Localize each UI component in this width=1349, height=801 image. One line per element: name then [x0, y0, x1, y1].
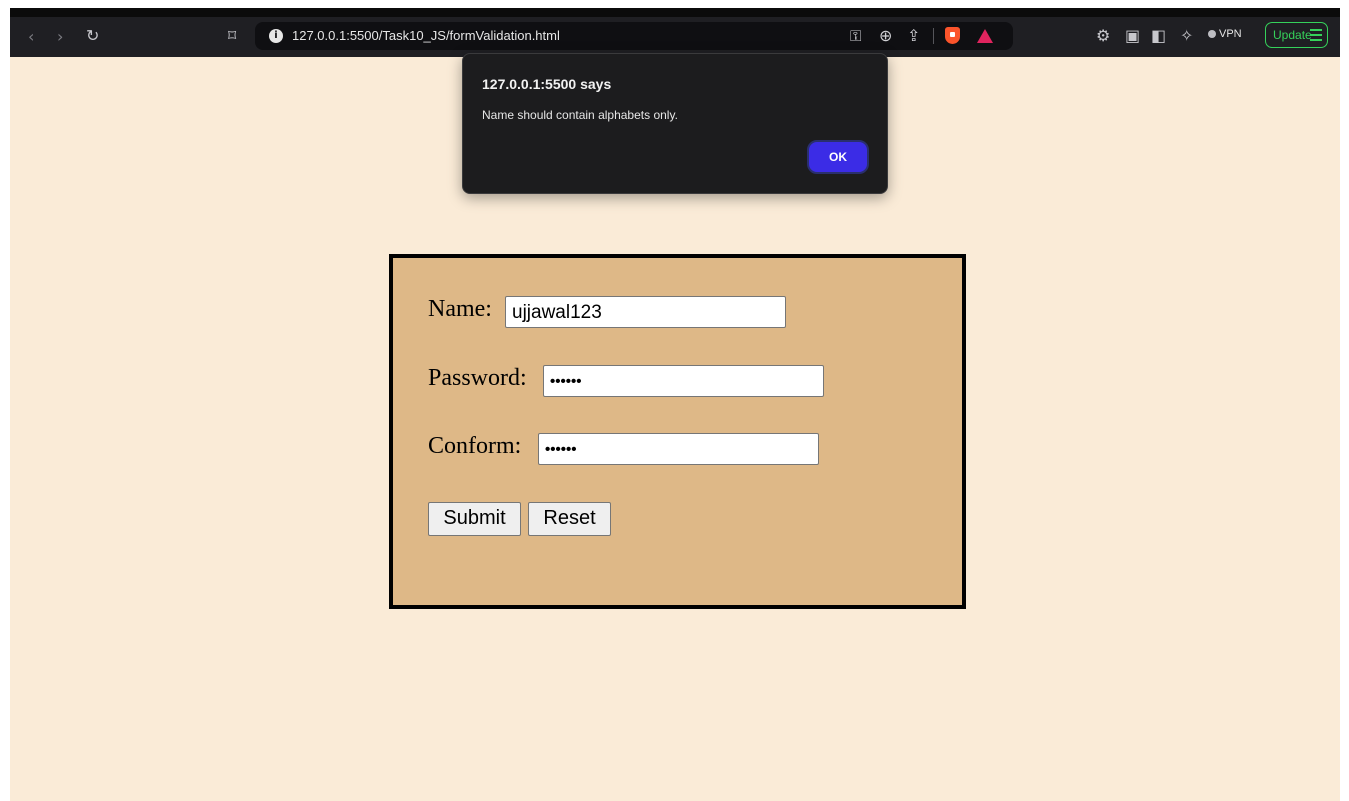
extensions-icon[interactable]: ⚙	[1096, 28, 1110, 44]
vpn-status-icon	[1208, 30, 1216, 39]
alert-dialog: 127.0.0.1:5500 says Name should contain …	[462, 53, 888, 194]
reload-icon[interactable]: ↻	[86, 28, 99, 44]
update-label: Update	[1273, 28, 1312, 42]
name-label: Name:	[428, 296, 492, 322]
brave-rewards-icon[interactable]	[977, 29, 993, 43]
url-text[interactable]: 127.0.0.1:5500/Task10_JS/formValidation.…	[292, 28, 560, 43]
address-bar[interactable]: i 127.0.0.1:5500/Task10_JS/formValidatio…	[255, 22, 1013, 50]
address-bar-divider	[933, 28, 934, 44]
forward-icon[interactable]: ›	[57, 29, 63, 45]
update-button[interactable]: Update	[1265, 22, 1328, 48]
vpn-label: VPN	[1219, 28, 1242, 40]
password-input[interactable]: ••••••	[543, 365, 824, 397]
validation-form: Name: ujjawal123 Password: •••••• Confor…	[389, 254, 966, 609]
ok-button[interactable]: OK	[807, 140, 869, 174]
reset-button[interactable]: Reset	[528, 502, 611, 536]
vpn-button[interactable]: VPN	[1208, 28, 1242, 40]
sidebar-icon[interactable]: ▣	[1125, 28, 1140, 44]
wallet-icon[interactable]: ◧	[1151, 28, 1166, 44]
leo-ai-icon[interactable]: ✧	[1180, 28, 1193, 44]
bookmark-icon[interactable]: ⌑	[228, 28, 236, 44]
key-icon[interactable]: ⚿	[850, 27, 861, 45]
confirm-label: Conform:	[428, 433, 522, 459]
dialog-title: 127.0.0.1:5500 says	[482, 76, 612, 92]
menu-icon	[1310, 29, 1322, 44]
back-icon[interactable]: ‹	[28, 29, 34, 45]
name-input[interactable]: ujjawal123	[505, 296, 786, 328]
confirm-input[interactable]: ••••••	[538, 433, 819, 465]
share-icon[interactable]: ⇪	[907, 26, 920, 45]
password-label: Password:	[428, 365, 527, 391]
zoom-icon[interactable]: ⊕	[879, 26, 892, 45]
brave-shields-icon[interactable]	[945, 27, 960, 44]
submit-button[interactable]: Submit	[428, 502, 521, 536]
dialog-message: Name should contain alphabets only.	[482, 108, 678, 122]
site-info-icon[interactable]: i	[269, 29, 283, 43]
browser-toolbar: ‹ › ↻ ⌑ i 127.0.0.1:5500/Task10_JS/formV…	[10, 17, 1340, 57]
